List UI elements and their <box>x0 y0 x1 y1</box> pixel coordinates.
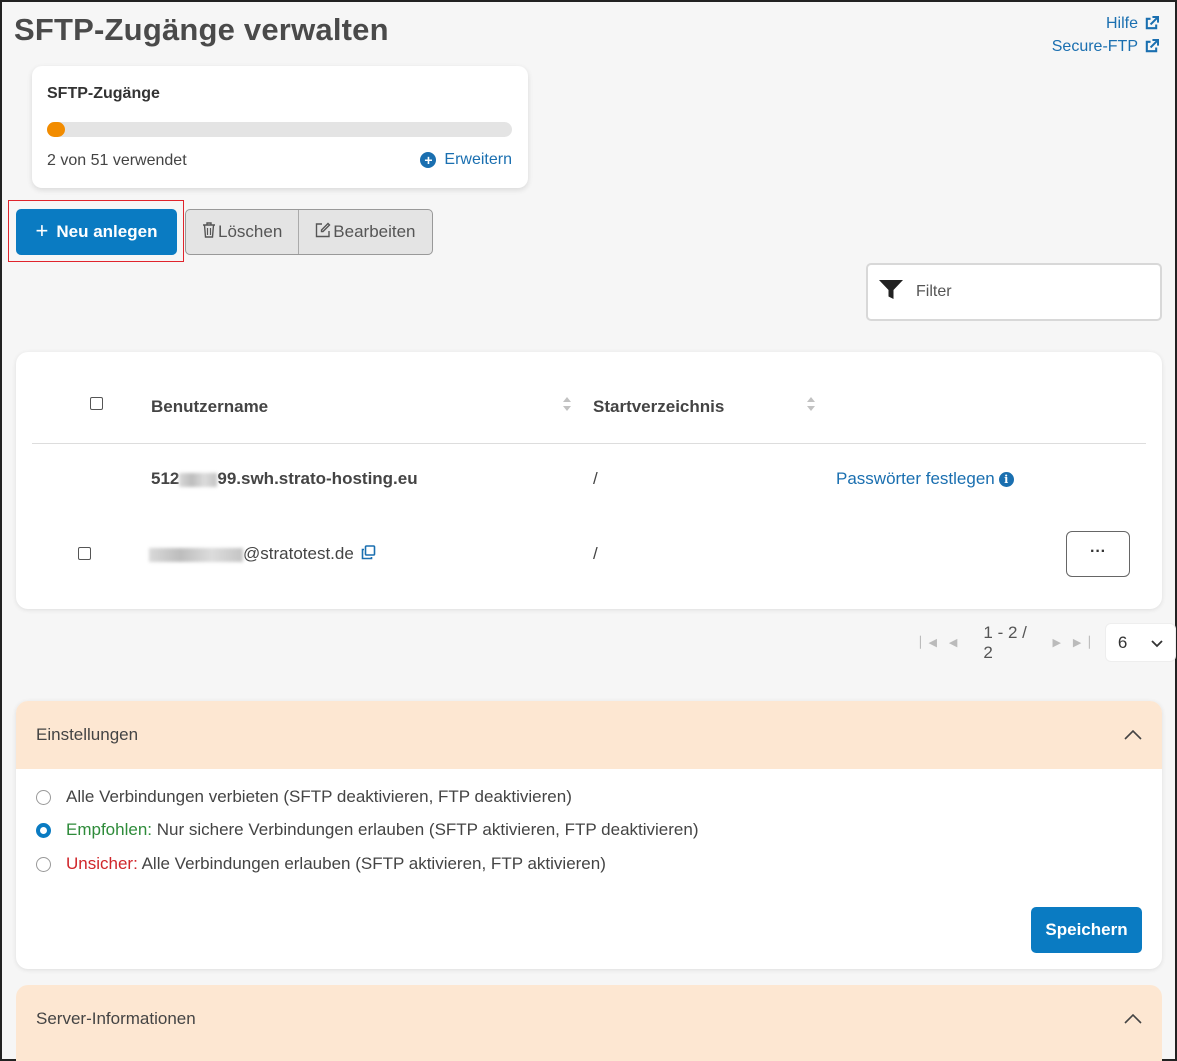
edit-button-label: Bearbeiten <box>333 222 416 241</box>
expand-label: Erweitern <box>444 151 512 168</box>
server-info-header[interactable]: Server-Informationen <box>16 985 1162 1053</box>
secure-ftp-link-label: Secure-FTP <box>1051 38 1138 55</box>
delete-button-label: Löschen <box>218 222 283 241</box>
quota-usage-text: 2 von 51 verwendet <box>47 152 187 169</box>
table-row-1-dir: / <box>593 469 598 488</box>
external-link-icon <box>1144 16 1159 31</box>
chevron-up-icon[interactable] <box>1124 1009 1142 1029</box>
filter-funnel-icon <box>878 279 904 306</box>
header-divider <box>32 443 1146 444</box>
sftp-table: Benutzername Startverzeichnis 512 99.swh.… <box>16 352 1162 609</box>
quota-progress-bar <box>47 122 512 137</box>
edit-icon <box>315 222 331 243</box>
radio-secure-only[interactable] <box>36 822 51 838</box>
server-info-section: Server-Informationen <box>16 985 1162 1061</box>
chevron-up-icon[interactable] <box>1124 725 1142 745</box>
settings-title: Einstellungen <box>36 725 139 744</box>
last-page-icon[interactable]: ▶▕ <box>1073 636 1090 649</box>
page-title: SFTP-Zugänge verwalten <box>14 12 389 47</box>
quota-progress-fill <box>47 122 66 137</box>
save-button[interactable]: Speichern <box>1031 907 1142 953</box>
action-button-group: Löschen Bearbeiten <box>185 209 433 255</box>
expand-button[interactable]: + Erweitern <box>420 151 512 169</box>
option-allow-all-label: Unsicher: Alle Verbindungen erlauben (SF… <box>66 854 606 873</box>
sort-icon[interactable] <box>562 396 572 412</box>
more-actions-button[interactable]: ··· <box>1066 531 1130 577</box>
server-info-title: Server-Informationen <box>36 1009 196 1028</box>
filter-input[interactable] <box>916 283 1136 301</box>
external-link-icon <box>1144 39 1159 54</box>
row-checkbox[interactable] <box>78 547 91 560</box>
plus-circle-icon: + <box>420 152 437 168</box>
column-header-startdir[interactable]: Startverzeichnis <box>593 397 724 417</box>
help-link-label: Hilfe <box>1105 15 1138 32</box>
help-link[interactable]: Hilfe <box>1052 12 1159 35</box>
option-secure-only[interactable]: Empfohlen: Nur sichere Verbindungen erla… <box>36 820 698 840</box>
set-passwords-label: Passwörter festlegen <box>836 469 995 488</box>
next-page-icon[interactable]: ▶ <box>1052 636 1060 649</box>
radio-allow-all[interactable] <box>36 856 51 872</box>
edit-button[interactable]: Bearbeiten <box>298 210 431 254</box>
quota-card: SFTP-Zugänge 2 von 51 verwendet + Erweit… <box>32 66 528 188</box>
filter-field[interactable] <box>866 263 1162 321</box>
table-row-1-username: 512 99.swh.strato-hosting.eu <box>151 469 418 489</box>
option-secure-only-label: Empfohlen: Nur sichere Verbindungen erla… <box>66 820 699 839</box>
table-row-2-dir: / <box>593 544 598 563</box>
table-row-2-username: @stratotest.de <box>149 544 376 565</box>
plus-icon: + <box>35 218 49 243</box>
info-icon[interactable]: i <box>998 472 1014 487</box>
option-block-all-label: Alle Verbindungen verbieten (SFTP deakti… <box>66 787 572 806</box>
option-block-all[interactable]: Alle Verbindungen verbieten (SFTP deakti… <box>36 787 572 807</box>
settings-header[interactable]: Einstellungen <box>16 701 1162 769</box>
username-suffix: @stratotest.de <box>243 544 354 563</box>
page-range: 1 - 2 / 2 <box>983 622 1027 662</box>
delete-button[interactable]: Löschen <box>186 210 298 254</box>
sort-icon[interactable] <box>806 396 816 412</box>
set-passwords-link[interactable]: Passwörter festlegen i <box>836 469 1014 489</box>
new-button[interactable]: + Neu anlegen <box>16 209 177 255</box>
pagination: ▏◀ ◀ 1 - 2 / 2 ▶ ▶▕ 6 <box>920 622 1175 662</box>
prev-page-icon[interactable]: ◀ <box>949 636 957 649</box>
page-size-value: 6 <box>1117 632 1128 652</box>
new-button-label: Neu anlegen <box>56 222 158 241</box>
copy-icon[interactable] <box>361 545 376 565</box>
option-allow-all[interactable]: Unsicher: Alle Verbindungen erlauben (SF… <box>36 854 606 874</box>
secure-ftp-link[interactable]: Secure-FTP <box>1052 35 1159 58</box>
quota-title: SFTP-Zugänge <box>47 85 160 102</box>
column-header-username[interactable]: Benutzername <box>151 397 268 417</box>
settings-section: Einstellungen Alle Verbindungen verbiete… <box>16 701 1162 969</box>
trash-icon <box>202 221 216 243</box>
redacted-mask <box>149 547 243 562</box>
chevron-down-icon <box>1151 633 1163 653</box>
radio-block-all[interactable] <box>36 789 51 805</box>
page-size-select[interactable]: 6 <box>1105 624 1175 661</box>
first-page-icon[interactable]: ▏◀ <box>920 636 937 649</box>
redacted-mask <box>179 472 218 487</box>
username-prefix: 512 <box>151 469 180 488</box>
select-all-checkbox[interactable] <box>90 397 103 410</box>
username-suffix: 99.swh.strato-hosting.eu <box>217 469 418 488</box>
external-links: Hilfe Secure-FTP <box>1052 12 1159 58</box>
